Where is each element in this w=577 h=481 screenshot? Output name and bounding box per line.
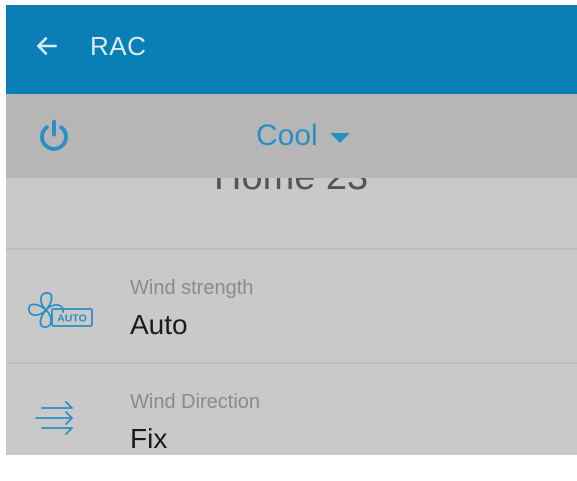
mode-bar: Cool [6, 94, 577, 178]
wind-direction-label: Wind Direction [130, 391, 261, 413]
wind-direction-row[interactable]: Wind Direction Fix [6, 364, 577, 455]
power-icon[interactable] [36, 117, 72, 155]
caret-down-icon [329, 133, 350, 143]
arrows-right-icon [35, 401, 73, 435]
fan-auto-icon: AUTO [28, 292, 93, 328]
mode-label: Cool [256, 119, 318, 152]
arrow-left-icon[interactable] [34, 33, 60, 59]
home-temperature: Home 23 [214, 178, 368, 199]
wind-strength-value: Auto [130, 309, 188, 340]
app-screen: RAC Cool Home 23 AUTO Wind strength Auto [6, 5, 577, 455]
wind-strength-row[interactable]: AUTO Wind strength Auto [6, 250, 577, 362]
app-bar: RAC [6, 5, 577, 94]
page-title: RAC [90, 31, 147, 61]
wind-direction-value: Fix [130, 423, 168, 454]
mode-dropdown[interactable]: Cool [256, 118, 350, 154]
svg-text:AUTO: AUTO [57, 313, 87, 325]
wind-strength-label: Wind strength [130, 277, 254, 299]
home-temperature-area: Home 23 [6, 178, 577, 248]
